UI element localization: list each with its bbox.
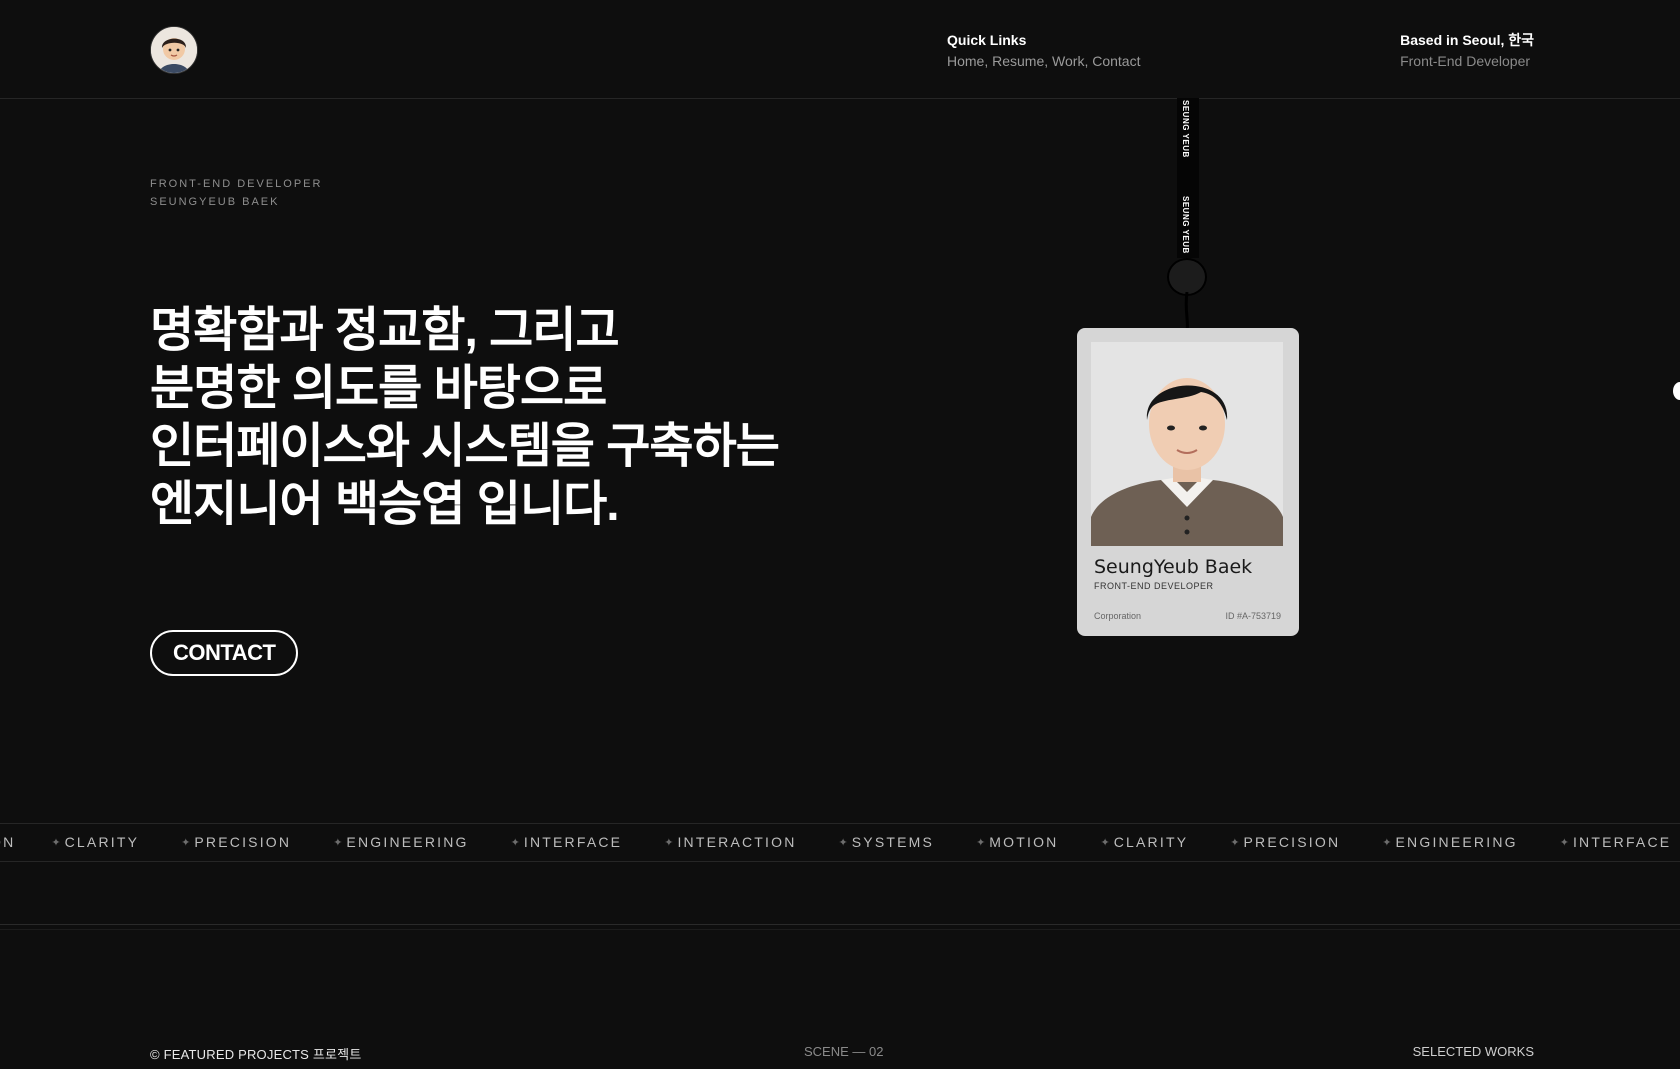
marquee-item: ✦ CLARITY (1101, 834, 1189, 850)
marquee-label: INTERACTION (677, 834, 797, 850)
headline-line: 엔지니어 백승엽 입니다. (150, 478, 620, 531)
marquee-item: ✦ INTERFACE (511, 834, 623, 850)
id-badge-card[interactable]: SeungYeub Baek FRONT-END DEVELOPER Corpo… (1077, 328, 1299, 636)
sparkle-icon: ✦ (181, 836, 191, 849)
badge-id: ID #A-753719 (1225, 611, 1281, 621)
headline-line: 명확함과 정교함, 그리고 (150, 304, 620, 357)
marquee-item: ✦ INTERACTION (664, 834, 796, 850)
headline-line: 분명한 의도를 바탕으로 (150, 362, 607, 415)
role-line-2: SEUNGYEUB BAEK (150, 196, 280, 208)
avatar-illustration-icon (151, 27, 197, 73)
badge-name: SeungYeub Baek (1094, 556, 1253, 578)
site-header: Quick Links Home, Resume, Work, Contact … (0, 0, 1680, 99)
keyword-marquee: ON ✦CLARITY ✦PRECISION ✦ENGINEERING ✦INT… (0, 823, 1680, 862)
portrait-image-icon (1091, 342, 1283, 546)
selected-works-label: SELECTED WORKS (1412, 1044, 1534, 1059)
section-divider (0, 929, 1680, 930)
marquee-item: ON (0, 834, 15, 850)
role-line-1: FRONT-END DEVELOPER (150, 178, 323, 190)
marquee-item: ✦ ENGINEERING (333, 834, 468, 850)
sparkle-icon: ✦ (333, 836, 343, 849)
sparkle-icon: ✦ (1559, 836, 1569, 849)
marquee-label: SYSTEMS (851, 834, 935, 850)
location-subtitle: Front-End Developer (1400, 53, 1531, 69)
lanyard-clip[interactable] (1167, 258, 1207, 296)
headline-line: 인터페이스와 시스템을 구축하는 (150, 420, 780, 473)
sparkle-icon: ✦ (510, 836, 520, 849)
quick-links: Quick Links Home, Resume, Work, Contact (947, 30, 1140, 72)
scene-indicator: SCENE — 02 (804, 1044, 884, 1059)
marquee-item: ✦ PRECISION (1230, 834, 1340, 850)
profile-photo (1091, 342, 1283, 546)
marquee-label: INTERFACE (1572, 834, 1672, 850)
marquee-track: ON ✦CLARITY ✦PRECISION ✦ENGINEERING ✦INT… (0, 834, 1680, 850)
quick-links-title: Quick Links (947, 32, 1027, 48)
role-label: FRONT-END DEVELOPER SEUNGYEUB BAEK (150, 175, 322, 211)
marquee-item: ✦ SYSTEMS (839, 834, 935, 850)
section-divider (0, 924, 1680, 925)
hero-headline: 명확함과 정교함, 그리고 분명한 의도를 바탕으로 인터페이스와 시스템을 구… (150, 302, 800, 534)
marquee-item: ✦ INTERFACE (1560, 834, 1672, 850)
marquee-item: ✦ CLARITY (51, 834, 139, 850)
sparkle-icon: ✦ (1100, 836, 1110, 849)
location-block: Based in Seoul, 한국 Front-End Developer (1400, 30, 1534, 72)
marquee-label: PRECISION (1243, 834, 1341, 850)
badge-corporation: Corporation (1094, 611, 1142, 621)
marquee-label: MOTION (989, 834, 1059, 850)
quick-links-nav[interactable]: Home, Resume, Work, Contact (947, 51, 1140, 72)
marquee-item: ✦ PRECISION (181, 834, 291, 850)
sparkle-icon: ✦ (664, 836, 674, 849)
sparkle-icon: ✦ (1382, 836, 1392, 849)
marquee-label: PRECISION (194, 834, 292, 850)
cursor-dot (1673, 382, 1680, 400)
sparkle-icon: ✦ (838, 836, 848, 849)
sparkle-icon: ✦ (1230, 836, 1240, 849)
badge-title: FRONT-END DEVELOPER (1094, 581, 1214, 591)
marquee-item: ✦ MOTION (976, 834, 1058, 850)
marquee-label: INTERFACE (523, 834, 623, 850)
sparkle-icon: ✦ (976, 836, 986, 849)
sparkle-icon: ✦ (51, 836, 61, 849)
marquee-label: CLARITY (64, 834, 140, 850)
lanyard-text: SEUNG YEUB (1181, 196, 1190, 254)
lanyard-text: SEUNG YEUB (1181, 100, 1190, 158)
featured-projects-label: © FEATURED PROJECTS 프로젝트 (150, 1047, 362, 1062)
marquee-label: ENGINEERING (1395, 834, 1518, 850)
marquee-item: ✦ ENGINEERING (1382, 834, 1517, 850)
marquee-label: CLARITY (1113, 834, 1189, 850)
marquee-label: ON (0, 834, 16, 850)
avatar[interactable] (150, 26, 198, 74)
location-title: Based in Seoul, 한국 (1400, 32, 1534, 48)
marquee-label: ENGINEERING (346, 834, 469, 850)
lanyard-strap[interactable]: SEUNG YEUB SEUNG YEUB (1177, 98, 1199, 258)
contact-button[interactable]: CONTACT (150, 630, 299, 676)
